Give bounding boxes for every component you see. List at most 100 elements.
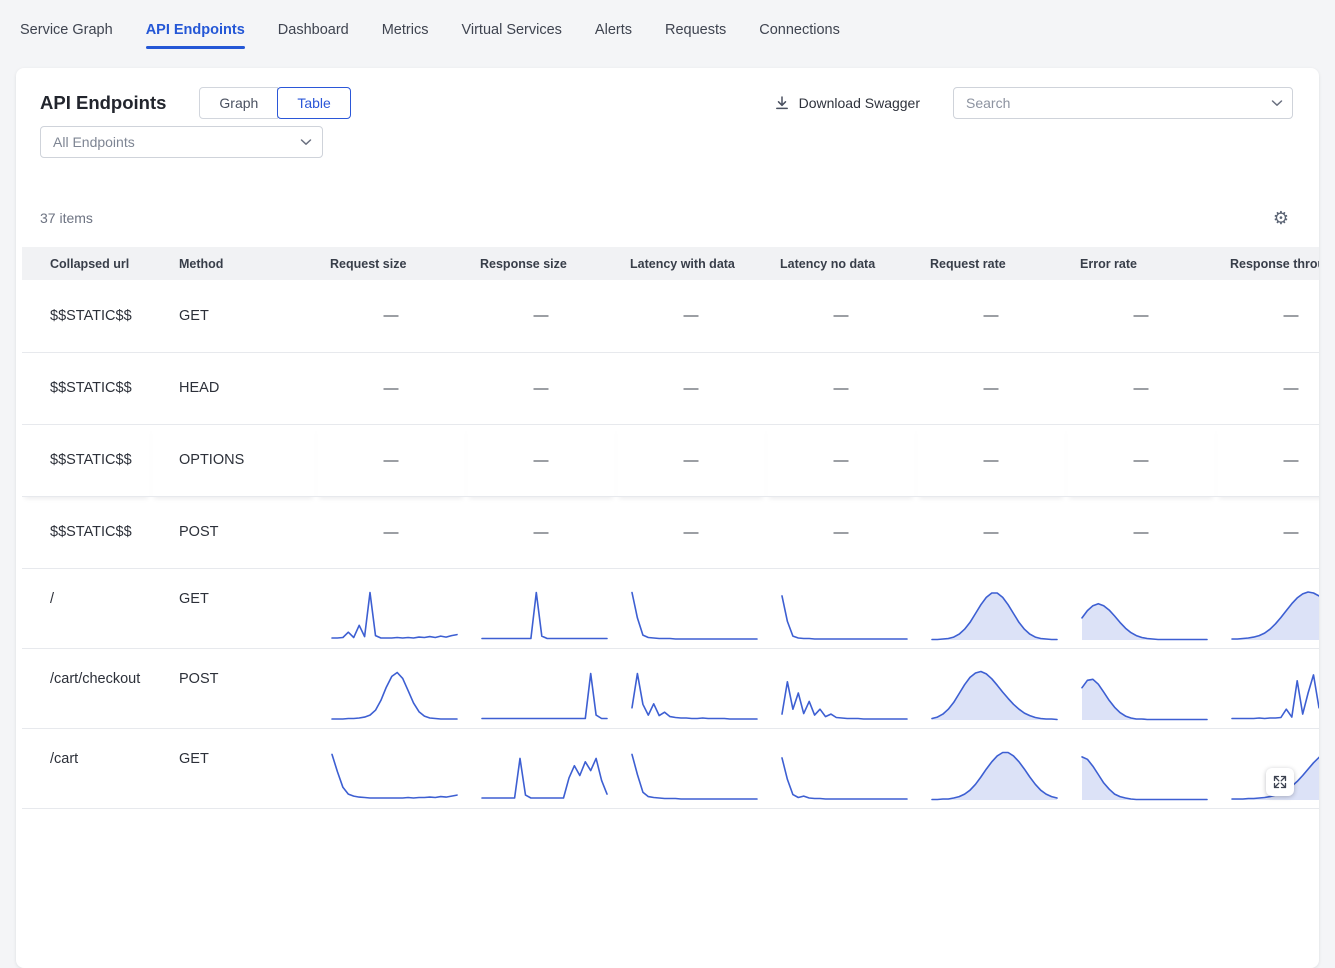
column-header-response-size[interactable]: Response size (466, 247, 616, 280)
table-view-button[interactable]: Table (277, 87, 350, 119)
sparkline-response_throughput (1216, 728, 1319, 808)
endpoint-url: $$STATIC$$ (22, 424, 151, 496)
sparkline-response_throughput (1216, 648, 1319, 728)
search-box (953, 87, 1293, 119)
endpoint-url: /cart (22, 728, 151, 808)
download-swagger-button[interactable]: Download Swagger (768, 94, 926, 112)
empty-metric: — (316, 496, 466, 568)
endpoint-method: GET (151, 280, 316, 352)
sparkline-response_size (466, 648, 616, 728)
view-toggle: Graph Table (199, 87, 350, 119)
sparkline-latency_with_data (616, 648, 766, 728)
sparkline-request_size (316, 728, 466, 808)
endpoint-method: OPTIONS (151, 424, 316, 496)
empty-metric: — (316, 352, 466, 424)
endpoints-filter-select[interactable]: All Endpoints (40, 126, 323, 158)
download-icon (774, 95, 790, 111)
sparkline-latency_no_data (766, 728, 916, 808)
search-input[interactable] (953, 87, 1293, 119)
sparkline-request_rate (916, 568, 1066, 648)
empty-metric: — (1216, 496, 1319, 568)
empty-metric: — (916, 496, 1066, 568)
column-header-method[interactable]: Method (151, 247, 316, 280)
sparkline-request_size (316, 568, 466, 648)
empty-metric: — (1066, 352, 1216, 424)
nav-item-dashboard[interactable]: Dashboard (278, 18, 349, 42)
chevron-down-icon (300, 138, 312, 146)
endpoints-table: Collapsed urlMethodRequest sizeResponse … (22, 247, 1319, 809)
items-row: 37 items ⚙ (40, 208, 1289, 228)
nav-item-service-graph[interactable]: Service Graph (20, 18, 113, 42)
expand-chart-button[interactable] (1266, 768, 1294, 796)
nav-item-alerts[interactable]: Alerts (595, 18, 632, 42)
endpoint-method: HEAD (151, 352, 316, 424)
chevron-down-icon[interactable] (1271, 99, 1283, 107)
empty-metric: — (1216, 424, 1319, 496)
table-row: /cartGET (22, 728, 1319, 808)
column-header-request-rate[interactable]: Request rate (916, 247, 1066, 280)
sparkline-response_size (466, 568, 616, 648)
empty-metric: — (766, 496, 916, 568)
graph-view-button[interactable]: Graph (199, 87, 278, 119)
settings-gear-icon[interactable]: ⚙ (1273, 209, 1289, 227)
items-count: 37 items (40, 210, 93, 226)
filter-row: All Endpoints (40, 126, 1295, 158)
empty-metric: — (466, 280, 616, 352)
endpoint-method: GET (151, 728, 316, 808)
table-row: $$STATIC$$GET——————— (22, 280, 1319, 352)
empty-metric: — (916, 424, 1066, 496)
table-row: /cart/checkoutPOST (22, 648, 1319, 728)
empty-metric: — (466, 496, 616, 568)
empty-metric: — (766, 352, 916, 424)
sparkline-error_rate (1066, 648, 1216, 728)
nav-item-connections[interactable]: Connections (759, 18, 840, 42)
endpoint-url: $$STATIC$$ (22, 280, 151, 352)
endpoints-filter-value: All Endpoints (53, 134, 135, 150)
table-row: $$STATIC$$HEAD——————— (22, 352, 1319, 424)
empty-metric: — (766, 424, 916, 496)
nav-item-api-endpoints[interactable]: API Endpoints (146, 18, 245, 42)
sparkline-response_size (466, 728, 616, 808)
empty-metric: — (1066, 496, 1216, 568)
expand-arrows-icon (1272, 774, 1288, 790)
empty-metric: — (616, 496, 766, 568)
sparkline-latency_with_data (616, 568, 766, 648)
sparkline-request_size (316, 648, 466, 728)
column-header-request-size[interactable]: Request size (316, 247, 466, 280)
sparkline-latency_no_data (766, 568, 916, 648)
column-header-latency-no-data[interactable]: Latency no data (766, 247, 916, 280)
sparkline-error_rate (1066, 728, 1216, 808)
endpoint-method: POST (151, 496, 316, 568)
table-row: $$STATIC$$POST——————— (22, 496, 1319, 568)
table-row: /GET (22, 568, 1319, 648)
nav-item-virtual-services[interactable]: Virtual Services (461, 18, 561, 42)
empty-metric: — (1216, 280, 1319, 352)
download-swagger-label: Download Swagger (799, 95, 920, 111)
empty-metric: — (316, 280, 466, 352)
nav-item-requests[interactable]: Requests (665, 18, 726, 42)
endpoint-url: $$STATIC$$ (22, 352, 151, 424)
sparkline-error_rate (1066, 568, 1216, 648)
sparkline-latency_no_data (766, 648, 916, 728)
table-row: $$STATIC$$OPTIONS——————— (22, 424, 1319, 496)
column-header-response-throughput[interactable]: Response throughput (1216, 247, 1319, 280)
api-endpoints-card: API Endpoints Graph Table Download Swagg… (16, 68, 1319, 968)
empty-metric: — (766, 280, 916, 352)
nav-item-metrics[interactable]: Metrics (382, 18, 429, 42)
column-header-latency-with-data[interactable]: Latency with data (616, 247, 766, 280)
empty-metric: — (616, 424, 766, 496)
column-header-error-rate[interactable]: Error rate (1066, 247, 1216, 280)
empty-metric: — (1066, 424, 1216, 496)
table-header-row: Collapsed urlMethodRequest sizeResponse … (22, 247, 1319, 280)
empty-metric: — (616, 280, 766, 352)
empty-metric: — (466, 352, 616, 424)
endpoints-table-wrap: Collapsed urlMethodRequest sizeResponse … (22, 247, 1319, 809)
empty-metric: — (616, 352, 766, 424)
endpoint-method: POST (151, 648, 316, 728)
toolbar: API Endpoints Graph Table Download Swagg… (40, 86, 1293, 120)
empty-metric: — (316, 424, 466, 496)
sparkline-request_rate (916, 648, 1066, 728)
sparkline-latency_with_data (616, 728, 766, 808)
column-header-collapsed-url[interactable]: Collapsed url (22, 247, 151, 280)
empty-metric: — (916, 280, 1066, 352)
